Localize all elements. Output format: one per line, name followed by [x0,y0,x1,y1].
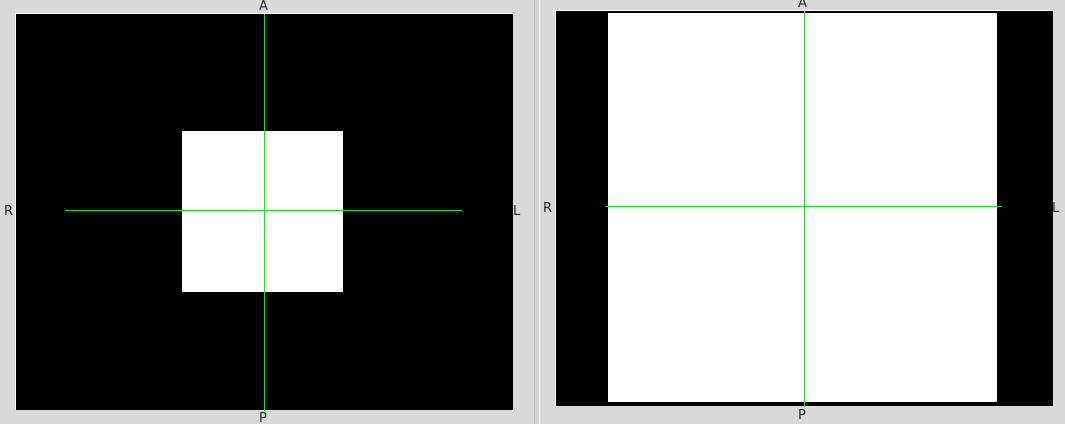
image-content [608,13,997,402]
orientation-label-left: L [1052,201,1060,216]
image-viewer-app: A R L P A R L P [0,0,1065,424]
orientation-label-right: R [4,204,14,219]
image-canvas[interactable] [555,10,1053,407]
image-content [182,131,343,292]
orientation-label-anterior: A [259,0,268,14]
orientation-label-right: R [543,201,553,216]
crosshair-vertical[interactable] [804,11,805,407]
orientation-label-anterior: A [798,0,807,11]
left-viewport[interactable]: A R L P [0,0,534,424]
orientation-label-posterior: P [259,411,267,424]
crosshair-vertical[interactable] [264,14,265,411]
orientation-label-left: L [513,204,521,219]
orientation-label-posterior: P [798,408,806,423]
image-canvas[interactable] [15,13,513,411]
right-viewport[interactable]: A R L P [540,0,1065,424]
